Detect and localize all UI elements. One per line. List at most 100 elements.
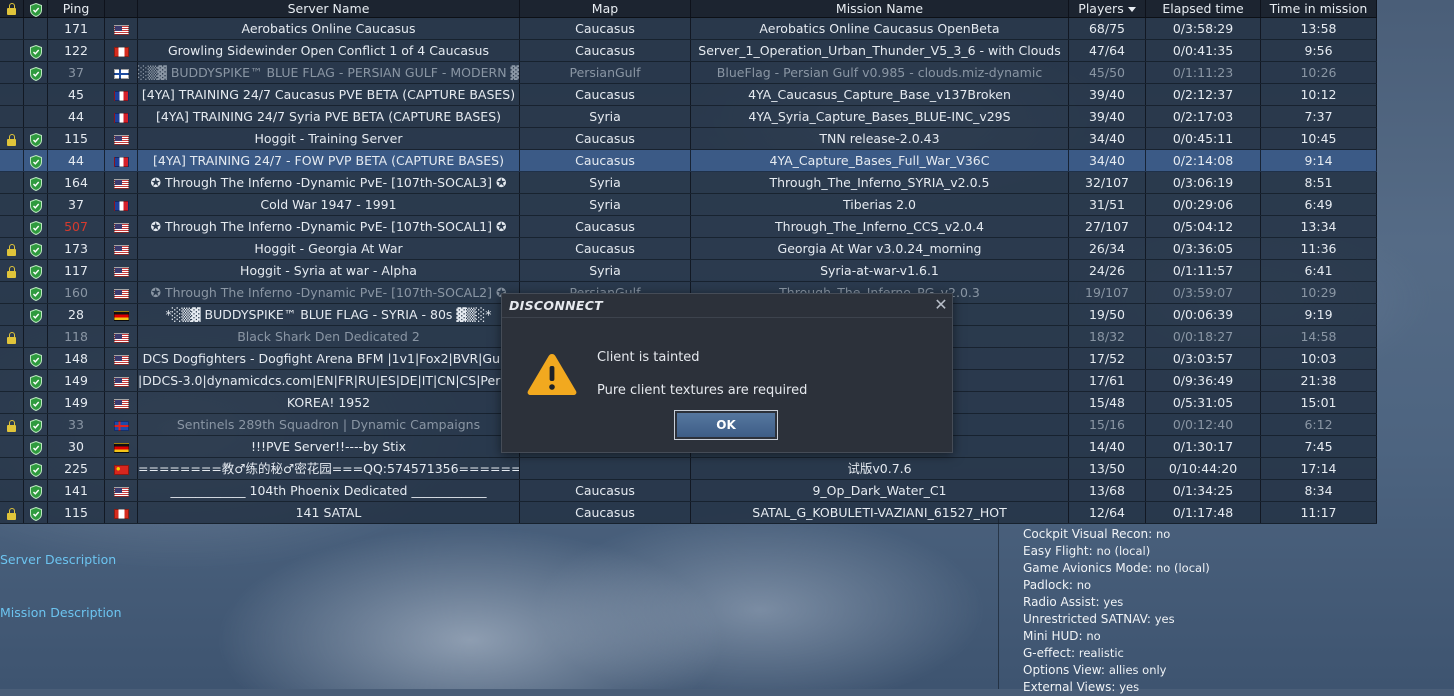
flag-icon — [113, 398, 129, 409]
server-name-cell: ✪ Through The Inferno -Dynamic PvE- [107… — [138, 282, 520, 303]
mission-description-link[interactable]: Mission Description — [0, 605, 122, 620]
shield-icon — [29, 462, 42, 477]
mission-name-cell: 4YA_Syria_Capture_Bases_BLUE-INC_v29S — [691, 106, 1069, 127]
table-row[interactable]: 173 Hoggit - Georgia At War Caucasus Georgi… — [0, 238, 1377, 260]
header-time-in-mission[interactable]: Time in mission — [1261, 0, 1377, 17]
table-row[interactable]: 117 Hoggit - Syria at war - Alpha Syria Syr… — [0, 260, 1377, 282]
map-cell: Caucasus — [520, 480, 691, 501]
lock-cell — [0, 370, 24, 391]
server-name-cell: ____________ 104th Phoenix Dedicated ___… — [138, 480, 520, 501]
lock-cell — [0, 392, 24, 413]
players-cell: 13/68 — [1069, 480, 1146, 501]
close-icon[interactable]: ✕ — [933, 297, 949, 313]
property-item: Options View: allies only — [1023, 662, 1210, 679]
property-label: G-effect: — [1023, 646, 1076, 660]
flag-cell — [105, 128, 138, 149]
flag-cell — [105, 502, 138, 523]
table-header: Ping Server Name Map Mission Name Player… — [0, 0, 1377, 18]
lock-cell — [0, 84, 24, 105]
lock-cell — [0, 458, 24, 479]
header-shield[interactable] — [24, 0, 48, 17]
map-cell: Caucasus — [520, 128, 691, 149]
table-row[interactable]: 115 141 SATAL Caucasus SATAL_G_KOBULETI-VAZ… — [0, 502, 1377, 524]
server-name-cell: ========教♂练的秘♂密花园===QQ:574571356====== — [138, 458, 520, 479]
time-in-mission-cell: 9:19 — [1261, 304, 1377, 325]
table-row[interactable]: 507 ✪ Through The Inferno -Dynamic PvE- [… — [0, 216, 1377, 238]
shield-icon — [29, 264, 42, 279]
flag-cell — [105, 348, 138, 369]
integrity-cell — [24, 348, 48, 369]
players-cell: 39/40 — [1069, 106, 1146, 127]
server-name-cell: |DDCS-3.0|dynamicdcs.com|EN|FR|RU|ES|DE|… — [138, 370, 520, 391]
players-cell: 31/51 — [1069, 194, 1146, 215]
elapsed-time-cell: 0/5:31:05 — [1146, 392, 1261, 413]
flag-icon — [113, 200, 129, 211]
flag-icon — [113, 442, 129, 453]
players-cell: 27/107 — [1069, 216, 1146, 237]
header-map[interactable]: Map — [520, 0, 691, 17]
server-properties-list: Cockpit Visual Recon: no Easy Flight: no … — [1023, 526, 1210, 696]
table-row[interactable]: 44 [4YA] TRAINING 24/7 Syria PVE BETA (CA… — [0, 106, 1377, 128]
ping-cell: 28 — [48, 304, 105, 325]
time-in-mission-cell: 11:36 — [1261, 238, 1377, 259]
shield-icon — [29, 506, 42, 521]
header-players[interactable]: Players — [1069, 0, 1146, 17]
header-mission-name[interactable]: Mission Name — [691, 0, 1069, 17]
integrity-cell — [24, 18, 48, 39]
header-lock[interactable] — [0, 0, 24, 17]
header-ping[interactable]: Ping — [48, 0, 105, 17]
lock-icon — [7, 2, 16, 15]
server-name-cell: Hoggit - Georgia At War — [138, 238, 520, 259]
flag-cell — [105, 238, 138, 259]
property-value: allies only — [1108, 663, 1167, 677]
ping-cell: 37 — [48, 62, 105, 83]
shield-icon — [29, 66, 42, 81]
property-value: realistic — [1078, 646, 1124, 660]
lock-cell — [0, 172, 24, 193]
mission-name-cell: Server_1_Operation_Urban_Thunder_V5_3_6 … — [691, 40, 1069, 61]
players-cell: 17/52 — [1069, 348, 1146, 369]
lock-cell — [0, 304, 24, 325]
server-description-link[interactable]: Server Description — [0, 552, 116, 567]
map-cell — [520, 458, 691, 479]
flag-cell — [105, 304, 138, 325]
table-row[interactable]: 122 Growling Sidewinder Open Conflict 1 o… — [0, 40, 1377, 62]
property-label: External Views: — [1023, 680, 1116, 694]
mission-name-cell: Georgia At War v3.0.24_morning — [691, 238, 1069, 259]
ok-button[interactable]: OK — [674, 410, 778, 440]
flag-cell — [105, 40, 138, 61]
integrity-cell — [24, 62, 48, 83]
elapsed-time-cell: 0/0:12:40 — [1146, 414, 1261, 435]
table-row[interactable]: 37 ░▒▓ BUDDYSPIKE™ BLUE FLAG - PERSIAN GU… — [0, 62, 1377, 84]
header-elapsed-time[interactable]: Elapsed time — [1146, 0, 1261, 17]
players-cell: 14/40 — [1069, 436, 1146, 457]
elapsed-time-cell: 0/0:06:39 — [1146, 304, 1261, 325]
time-in-mission-cell: 10:12 — [1261, 84, 1377, 105]
elapsed-time-cell: 0/10:44:20 — [1146, 458, 1261, 479]
property-label: Easy Flight: — [1023, 544, 1093, 558]
server-name-cell: KOREA! 1952 — [138, 392, 520, 413]
table-row[interactable]: 37 Cold War 1947 - 1991 Syria Tiberias 2.0 3… — [0, 194, 1377, 216]
table-row[interactable]: 45 [4YA] TRAINING 24/7 Caucasus PVE BETA … — [0, 84, 1377, 106]
table-row[interactable]: 115 Hoggit - Training Server Caucasus TNN r… — [0, 128, 1377, 150]
flag-icon — [113, 156, 129, 167]
players-cell: 19/50 — [1069, 304, 1146, 325]
map-cell: Caucasus — [520, 238, 691, 259]
flag-cell — [105, 436, 138, 457]
table-row[interactable]: 225 ========教♂练的秘♂密花园===QQ:574571356=====… — [0, 458, 1377, 480]
header-flag[interactable] — [105, 0, 138, 17]
shield-icon — [29, 484, 42, 499]
table-row[interactable]: 44 [4YA] TRAINING 24/7 - FOW PVP BETA (CA… — [0, 150, 1377, 172]
table-row[interactable]: 171 Aerobatics Online Caucasus Caucasus Aer… — [0, 18, 1377, 40]
lock-icon — [7, 265, 16, 278]
flag-icon — [113, 420, 129, 431]
time-in-mission-cell: 11:17 — [1261, 502, 1377, 523]
lock-cell — [0, 260, 24, 281]
lock-cell — [0, 106, 24, 127]
time-in-mission-cell: 14:58 — [1261, 326, 1377, 347]
table-row[interactable]: 164 ✪ Through The Inferno -Dynamic PvE- [… — [0, 172, 1377, 194]
header-server-name[interactable]: Server Name — [138, 0, 520, 17]
flag-cell — [105, 194, 138, 215]
table-row[interactable]: 141 ____________ 104th Phoenix Dedicated … — [0, 480, 1377, 502]
ping-cell: 115 — [48, 128, 105, 149]
